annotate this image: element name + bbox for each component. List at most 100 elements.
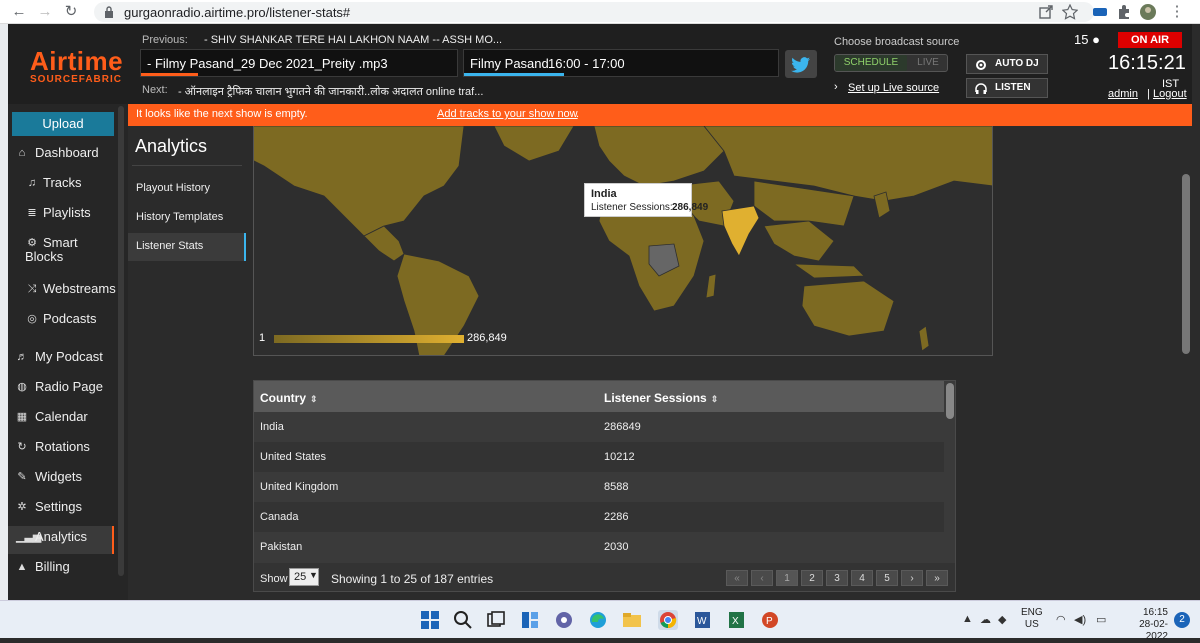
list-icon: ≣ — [27, 207, 37, 219]
cog-icon: ✲ — [17, 501, 27, 513]
volume-icon[interactable]: ◀) — [1074, 613, 1086, 626]
schedule-button[interactable]: SCHEDULE — [835, 55, 907, 71]
pager-last-button[interactable]: » — [926, 570, 948, 586]
sidebar-item-label: Webstreams — [43, 281, 116, 296]
battery-icon[interactable]: ▭ — [1096, 613, 1106, 626]
chevron-up-icon[interactable]: ▲ — [962, 613, 973, 625]
user-link[interactable]: admin — [1108, 88, 1138, 100]
bookmark-star-icon[interactable] — [1062, 4, 1078, 20]
sidebar-item-smart[interactable]: ⚙ Smart Blocks — [8, 232, 114, 276]
extension-badge-icon[interactable] — [1092, 4, 1108, 20]
subnav-item-label: History Templates — [136, 211, 224, 223]
pager-page-2-button[interactable]: 2 — [801, 570, 823, 586]
back-icon[interactable]: ← — [10, 3, 28, 21]
sidebar-item-tracks[interactable]: ♫ Tracks — [8, 172, 114, 200]
reload-icon[interactable]: ↻ — [62, 3, 80, 21]
sidebar-item-dashboard[interactable]: ⌂ Dashboard — [8, 142, 114, 170]
sidebar-item-playlists[interactable]: ≣ Playlists — [8, 202, 114, 230]
system-time: 16:15 — [1142, 607, 1168, 618]
forward-icon[interactable]: → — [36, 3, 54, 21]
sidebar-item-analytics[interactable]: ▁▃▅ Analytics — [8, 526, 114, 554]
pager-prev-button[interactable]: ‹ — [751, 570, 773, 586]
logout-link[interactable]: Logout — [1153, 88, 1187, 100]
language-indicator[interactable]: ENG US — [1021, 607, 1043, 631]
page-size-select[interactable]: 25 ▼ — [289, 568, 319, 586]
sidebar-item-my-podcast[interactable]: ♬ My Podcast — [8, 346, 114, 374]
browser-toolbar: ← → ↻ gurgaonradio.airtime.pro/listener-… — [0, 0, 1200, 24]
dropbox-icon[interactable]: ◆ — [998, 613, 1006, 626]
table-row: Pakistan 2030 — [254, 532, 944, 562]
sidebar-item-label: Radio Page — [35, 379, 103, 394]
more-menu-icon[interactable]: ⋮ — [1168, 3, 1186, 21]
current-track-title: - Filmy Pasand_29 Dec 2021_Preity .mp3 — [147, 56, 388, 71]
listen-label: LISTEN — [995, 82, 1031, 93]
pager-page-3-button[interactable]: 3 — [826, 570, 848, 586]
upload-button[interactable]: Upload — [12, 112, 114, 136]
teams-chat-icon[interactable] — [554, 610, 574, 630]
column-header-country[interactable]: Country ⇕ — [260, 391, 318, 405]
auto-dj-button[interactable]: AUTO DJ — [966, 54, 1048, 74]
task-view-icon[interactable] — [486, 610, 506, 630]
broadcast-source-toggle: SCHEDULE LIVE — [834, 54, 948, 72]
powerpoint-icon[interactable]: P — [760, 610, 780, 630]
chevron-right-icon: › — [834, 81, 838, 93]
headphones-icon — [975, 83, 987, 94]
bar-chart-icon: ▁▃▅ — [16, 531, 42, 543]
subnav-item-history-templates[interactable]: History Templates — [128, 204, 246, 232]
subnav-item-playout-history[interactable]: Playout History — [128, 175, 246, 203]
page-title: Analytics — [135, 136, 208, 156]
sidebar-scrollbar[interactable] — [118, 106, 124, 576]
sidebar-item-settings[interactable]: ✲ Settings — [8, 496, 114, 524]
widgets-icon[interactable] — [520, 610, 540, 630]
share-icon[interactable] — [1038, 4, 1054, 20]
tooltip-value: 286,849 — [672, 202, 709, 213]
sidebar-item-podcasts[interactable]: ◎ Podcasts — [8, 308, 114, 336]
add-tracks-link[interactable]: Add tracks to your show now — [437, 108, 578, 120]
pager-first-button[interactable]: « — [726, 570, 748, 586]
sort-icon: ⇕ — [310, 394, 318, 404]
music-note-icon: ♬ — [16, 351, 28, 363]
pager-page-4-button[interactable]: 4 — [851, 570, 873, 586]
address-bar[interactable]: gurgaonradio.airtime.pro/listener-stats# — [94, 2, 1094, 22]
sidebar-item-calendar[interactable]: ▦ Calendar — [8, 406, 114, 434]
page-scrollbar-thumb[interactable] — [1182, 174, 1190, 354]
sidebar-item-rotations[interactable]: ↻ Rotations — [8, 436, 114, 464]
extensions-puzzle-icon[interactable] — [1116, 4, 1132, 20]
pager-page-1-button[interactable]: 1 — [776, 570, 798, 586]
sidebar-item-widgets[interactable]: ✎ Widgets — [8, 466, 114, 494]
chrome-browser-icon[interactable] — [658, 610, 678, 630]
notification-badge[interactable]: 2 — [1174, 612, 1190, 628]
lock-icon — [105, 6, 113, 18]
sidebar-item-label: Rotations — [35, 439, 90, 454]
broadcast-source-title: Choose broadcast source — [834, 36, 960, 48]
pager-next-button[interactable]: › — [901, 570, 923, 586]
table-scrollbar[interactable] — [946, 383, 954, 419]
sidebar-item-billing[interactable]: ▲ Billing — [8, 556, 114, 584]
word-icon[interactable]: W — [692, 610, 712, 630]
page-scrollbar-track[interactable] — [1180, 126, 1192, 600]
profile-avatar-icon[interactable] — [1140, 4, 1156, 20]
setup-live-source-link[interactable]: Set up Live source — [848, 82, 939, 94]
twitter-button[interactable] — [785, 50, 817, 78]
excel-icon[interactable]: X — [726, 610, 746, 630]
live-button[interactable]: LIVE — [909, 55, 947, 71]
subnav-item-listener-stats[interactable]: Listener Stats — [128, 233, 246, 261]
tooltip-label: Listener Sessions: — [591, 202, 673, 213]
user-icon: ● — [1092, 32, 1100, 47]
windows-start-icon[interactable] — [420, 610, 440, 630]
weather-cloud-icon[interactable]: ☁ — [980, 613, 991, 626]
wifi-icon[interactable]: ◠ — [1056, 613, 1066, 626]
pager-page-5-button[interactable]: 5 — [876, 570, 898, 586]
sidebar-item-webstreams[interactable]: ⤨ Webstreams — [8, 278, 116, 306]
scale-max-label: 286,849 — [467, 332, 507, 344]
column-header-sessions[interactable]: Listener Sessions ⇕ — [604, 391, 718, 405]
map-region-russia-asia — [703, 126, 992, 202]
sidebar-item-radio-page[interactable]: ◍ Radio Page — [8, 376, 114, 404]
world-map[interactable] — [254, 126, 993, 356]
show-label: Show — [260, 573, 288, 585]
edge-browser-icon[interactable] — [588, 610, 608, 630]
listener-map[interactable]: India Listener Sessions: 286,849 1 286,8… — [253, 126, 993, 356]
file-explorer-icon[interactable] — [622, 610, 642, 630]
listen-button[interactable]: LISTEN — [966, 78, 1048, 98]
search-icon[interactable] — [453, 610, 473, 630]
